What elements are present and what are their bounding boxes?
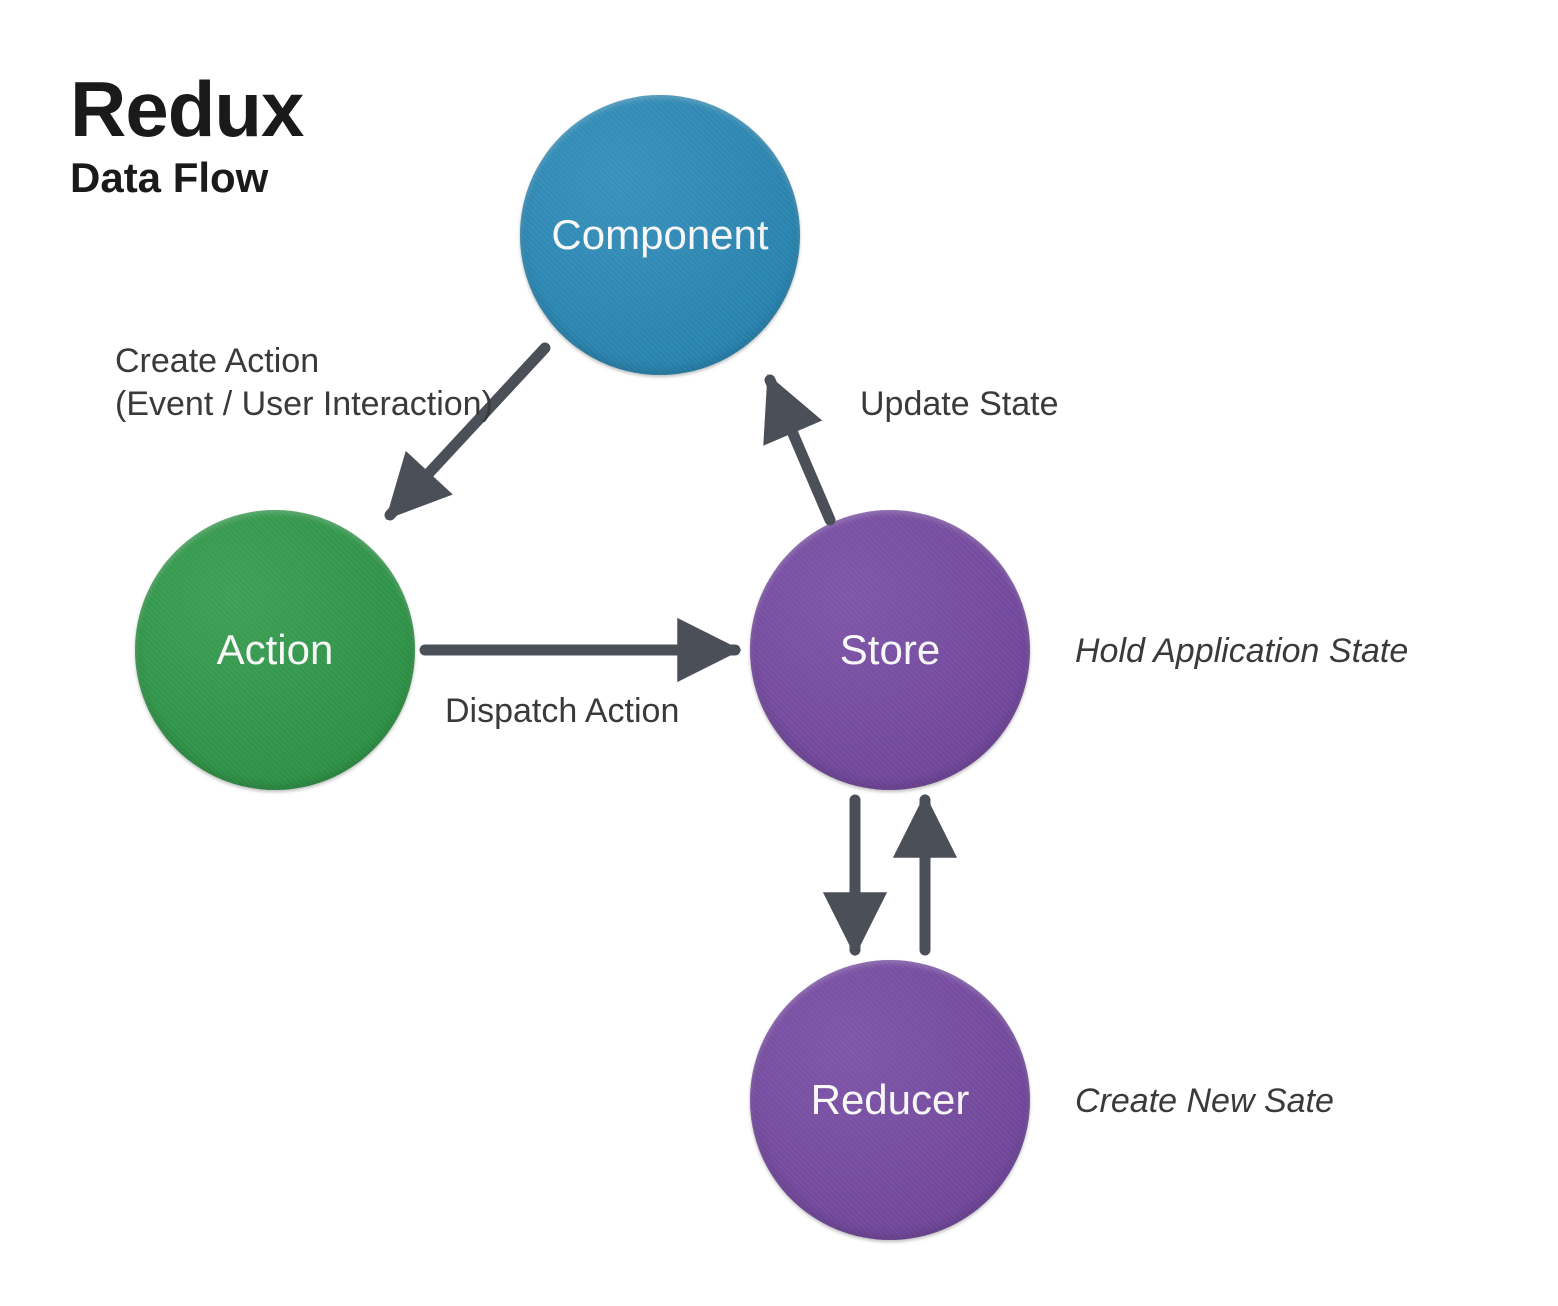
label-create-action: Create Action (Event / User Interaction)	[115, 340, 493, 425]
page-subtitle: Data Flow	[70, 154, 303, 202]
annotation-store: Hold Application State	[1075, 630, 1408, 673]
node-action: Action	[135, 510, 415, 790]
title-block: Redux Data Flow	[70, 70, 303, 202]
node-store: Store	[750, 510, 1030, 790]
label-create-action-line2: (Event / User Interaction)	[115, 383, 493, 426]
arrow-store-to-component	[770, 380, 830, 520]
node-store-label: Store	[840, 626, 940, 674]
page-title: Redux	[70, 70, 303, 148]
label-create-action-line1: Create Action	[115, 340, 493, 383]
label-dispatch-action: Dispatch Action	[445, 690, 679, 733]
node-component-label: Component	[551, 211, 768, 259]
annotation-reducer: Create New Sate	[1075, 1080, 1334, 1123]
node-reducer-label: Reducer	[811, 1076, 970, 1124]
node-reducer: Reducer	[750, 960, 1030, 1240]
label-update-state: Update State	[860, 383, 1058, 426]
node-action-label: Action	[217, 626, 334, 674]
node-component: Component	[520, 95, 800, 375]
